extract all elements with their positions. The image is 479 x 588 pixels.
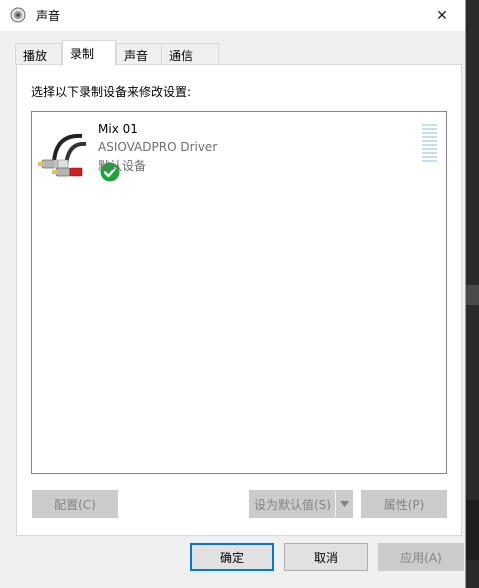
apply-button[interactable]: 应用(A) <box>378 543 464 571</box>
configure-button[interactable]: 配置(C) <box>32 490 118 518</box>
level-meter <box>422 124 437 164</box>
rca-cable-icon <box>38 133 87 177</box>
device-name: Mix 01 <box>98 122 138 136</box>
tab-playback[interactable]: 播放 <box>15 43 62 64</box>
set-default-label: 设为默认值(S) <box>254 497 331 512</box>
cancel-button[interactable]: 取消 <box>284 543 368 571</box>
window-title: 声音 <box>36 9 61 23</box>
properties-button[interactable]: 属性(P) <box>361 490 447 518</box>
tab-communications[interactable]: 通信 <box>161 43 219 64</box>
recording-panel: 选择以下录制设备来修改设置: Mix 01 ASIOVADPRO Driver … <box>16 64 462 536</box>
speaker-icon <box>10 7 26 23</box>
background-window-edge <box>466 285 479 305</box>
set-default-button[interactable]: 设为默认值(S) <box>249 490 353 518</box>
close-button[interactable]: ✕ <box>419 0 465 31</box>
instruction-label: 选择以下录制设备来修改设置: <box>31 85 192 99</box>
background-window-edge <box>466 500 479 560</box>
sound-dialog: 声音 ✕ 播放 录制 声音 通信 选择以下录制设备来修改设置: Mix 01 A… <box>0 0 466 588</box>
tab-recording[interactable]: 录制 <box>62 40 116 66</box>
device-driver: ASIOVADPRO Driver <box>98 140 218 154</box>
close-icon: ✕ <box>436 7 448 24</box>
dropdown-arrow-icon[interactable] <box>335 491 352 517</box>
device-item[interactable]: Mix 01 ASIOVADPRO Driver 默认设备 <box>34 116 444 182</box>
title-bar[interactable]: 声音 ✕ <box>0 0 465 31</box>
tab-sounds[interactable]: 声音 <box>116 43 162 64</box>
device-status: 默认设备 <box>98 159 147 173</box>
device-list[interactable]: Mix 01 ASIOVADPRO Driver 默认设备 <box>31 111 447 474</box>
ok-button[interactable]: 确定 <box>190 543 274 571</box>
